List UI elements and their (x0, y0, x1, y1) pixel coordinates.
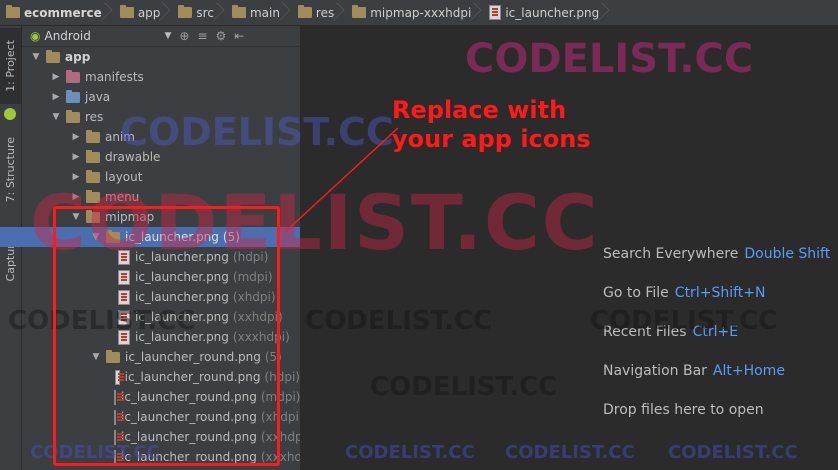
annotation-line-1: Replace with (392, 96, 567, 124)
annotation-text: Replace with your app icons (392, 96, 591, 154)
annotation-line-2: your app icons (392, 125, 591, 153)
annotation-arrow-line (284, 127, 399, 233)
